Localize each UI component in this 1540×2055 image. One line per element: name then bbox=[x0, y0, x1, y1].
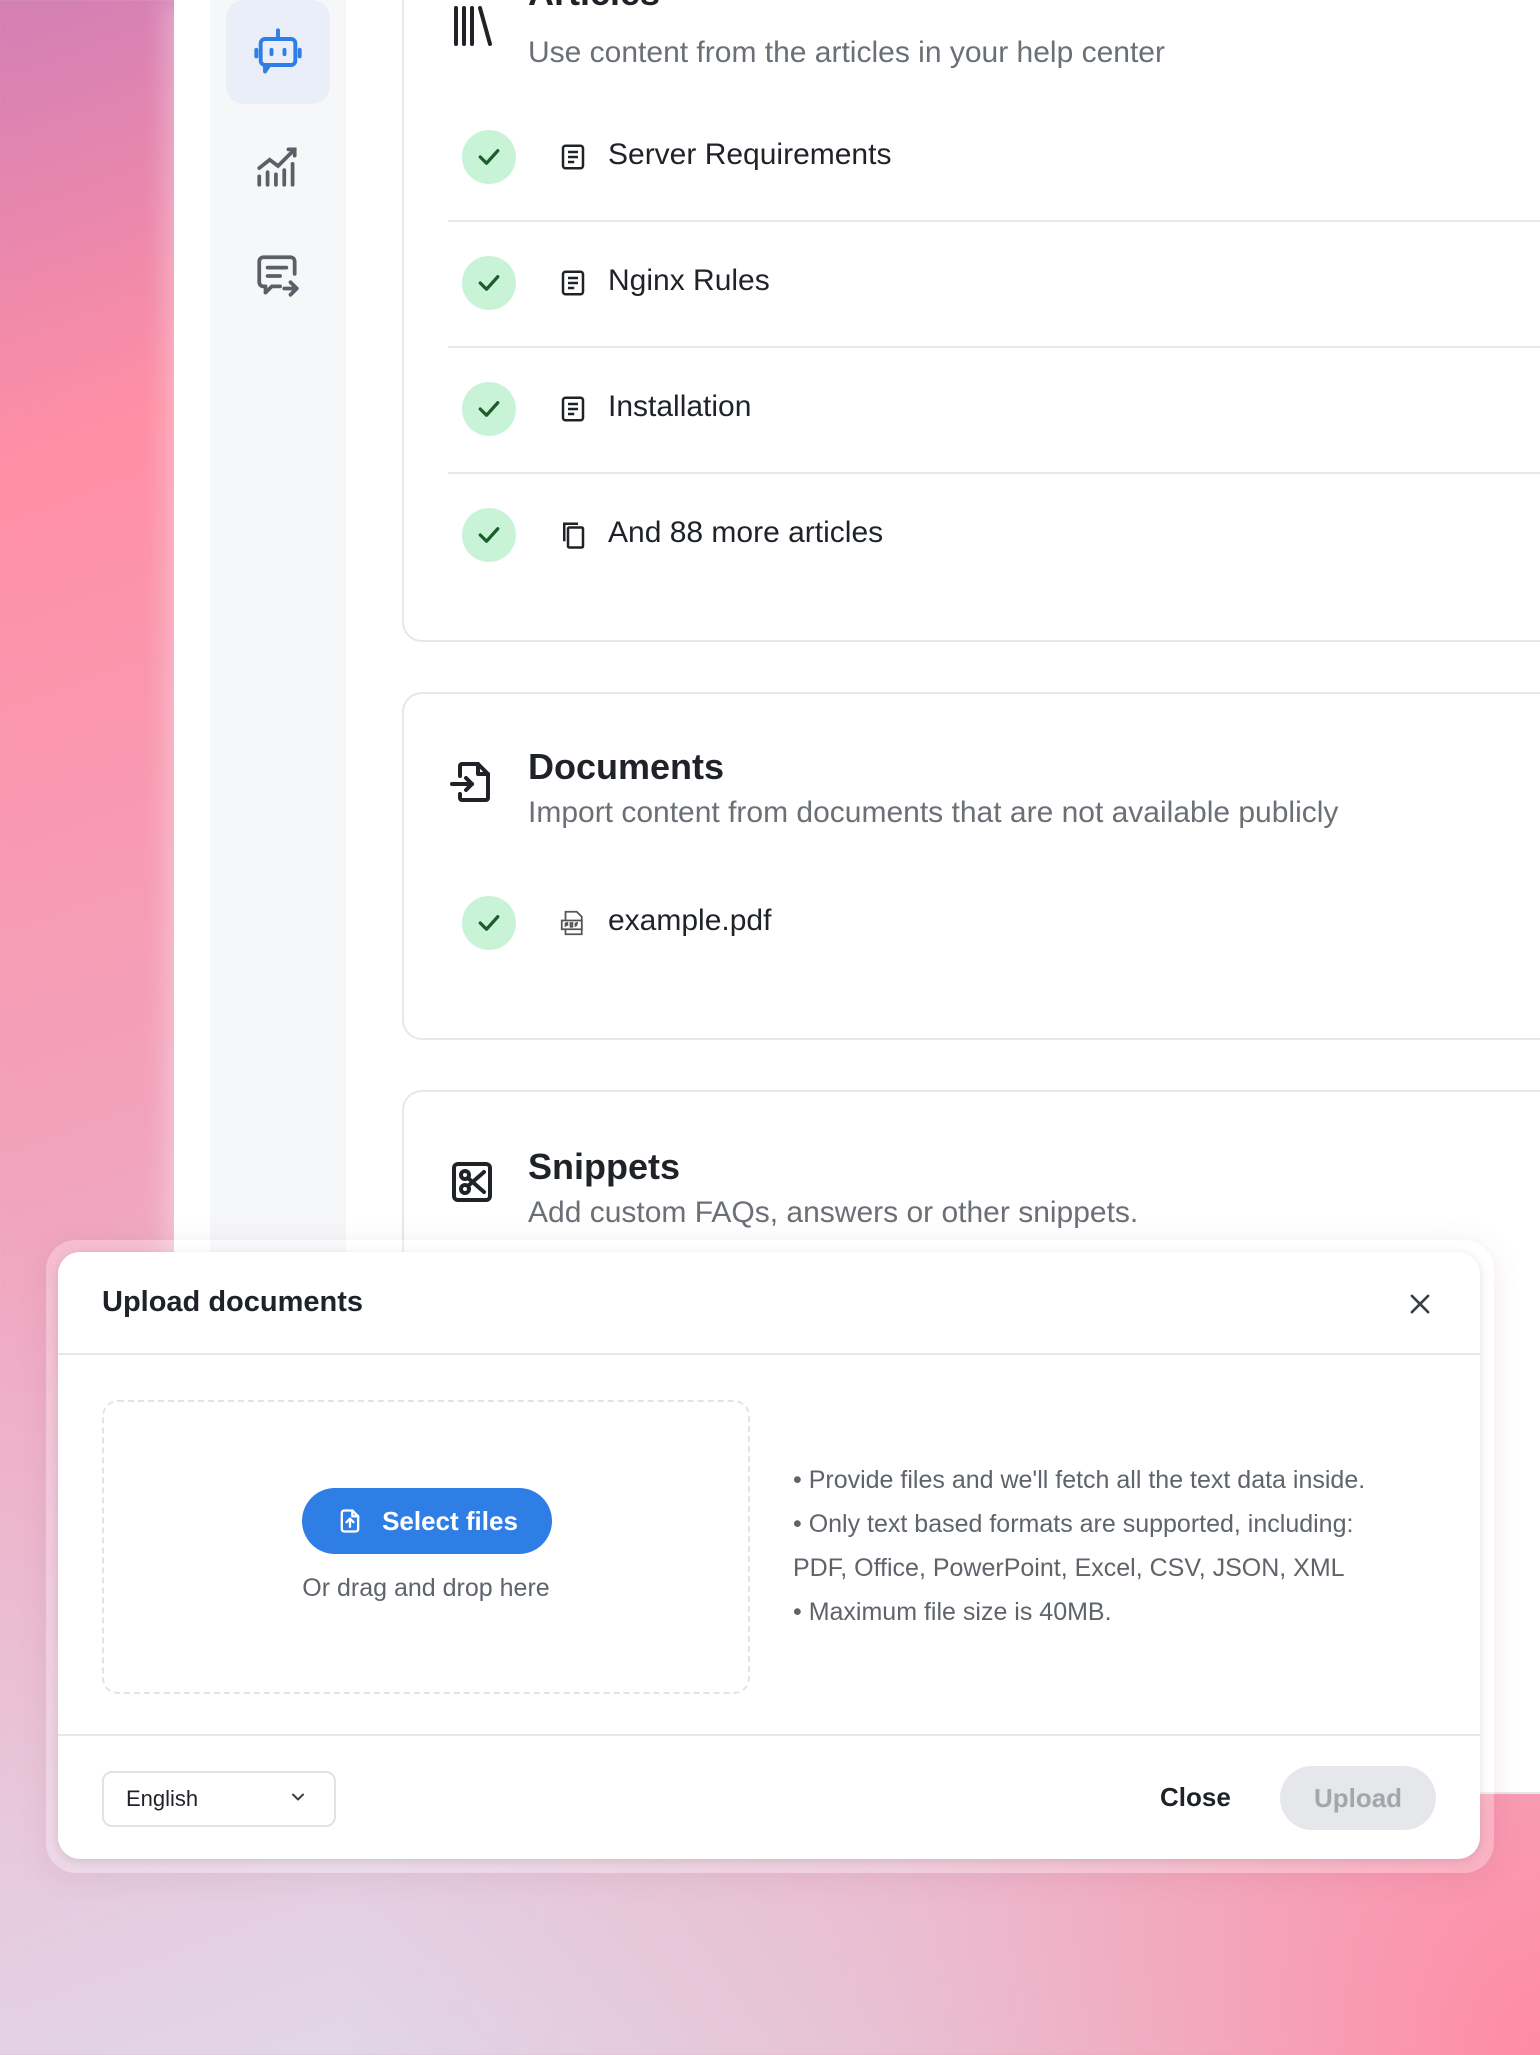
copy-icon bbox=[563, 522, 585, 549]
file-upload-icon bbox=[340, 1509, 360, 1533]
articles-title: Articles bbox=[528, 0, 660, 14]
list-item-label: example.pdf bbox=[608, 904, 772, 937]
drag-drop-hint: Or drag and drop here bbox=[302, 1574, 550, 1602]
sidebar-item-analytics[interactable] bbox=[226, 114, 330, 218]
bot-icon bbox=[254, 28, 302, 74]
close-button[interactable]: Close bbox=[1160, 1782, 1231, 1813]
dialog-close-button[interactable] bbox=[1398, 1282, 1442, 1326]
upload-info: • Provide files and we'll fetch all the … bbox=[793, 1458, 1453, 1634]
article-icon bbox=[561, 144, 585, 170]
check-icon bbox=[462, 896, 516, 950]
list-item[interactable]: example.pdf bbox=[448, 862, 1540, 986]
list-item-label: Server Requirements bbox=[608, 138, 892, 171]
list-item-label: Nginx Rules bbox=[608, 264, 770, 297]
library-icon bbox=[454, 6, 492, 46]
divider bbox=[58, 1734, 1480, 1736]
snippets-subtitle: Add custom FAQs, answers or other snippe… bbox=[528, 1196, 1139, 1229]
articles-card: Articles Use content from the articles i… bbox=[402, 0, 1540, 642]
documents-title: Documents bbox=[528, 746, 725, 787]
list-item[interactable]: Installation bbox=[448, 348, 1540, 474]
info-line: • Provide files and we'll fetch all the … bbox=[793, 1466, 1366, 1494]
list-item-label: And 88 more articles bbox=[608, 516, 884, 549]
upload-button[interactable]: Upload bbox=[1280, 1766, 1436, 1830]
check-icon bbox=[462, 508, 516, 562]
article-icon bbox=[561, 396, 585, 422]
pdf-file-icon bbox=[560, 910, 583, 936]
close-icon bbox=[1410, 1294, 1430, 1314]
articles-subtitle: Use content from the articles in your he… bbox=[528, 36, 1165, 69]
message-forward-icon bbox=[257, 255, 299, 297]
snippets-title: Snippets bbox=[528, 1146, 681, 1187]
check-icon bbox=[462, 256, 516, 310]
select-files-label: Select files bbox=[382, 1505, 518, 1536]
file-import-icon bbox=[450, 762, 490, 802]
info-line: • Maximum file size is 40MB. bbox=[793, 1598, 1112, 1626]
analytics-chart-icon bbox=[257, 147, 297, 187]
sidebar-item-forward[interactable] bbox=[226, 224, 330, 328]
check-icon bbox=[462, 382, 516, 436]
check-icon bbox=[462, 130, 516, 184]
documents-subtitle: Import content from documents that are n… bbox=[528, 796, 1339, 829]
select-files-button[interactable]: Select files bbox=[302, 1488, 552, 1554]
list-item[interactable]: Server Requirements bbox=[448, 96, 1540, 222]
list-item[interactable]: And 88 more articles bbox=[448, 474, 1540, 598]
chevron-down-icon bbox=[292, 1793, 304, 1801]
documents-card: Documents Import content from documents … bbox=[402, 692, 1540, 1040]
scissors-icon bbox=[452, 1162, 492, 1202]
info-line: PDF, Office, PowerPoint, Excel, CSV, JSO… bbox=[793, 1554, 1345, 1582]
language-value: English bbox=[126, 1786, 199, 1811]
file-dropzone[interactable]: Select files Or drag and drop here bbox=[102, 1400, 750, 1694]
upload-dialog: Upload documents Select files Or drag an… bbox=[58, 1252, 1480, 1859]
divider bbox=[58, 1353, 1480, 1355]
sidebar-item-bot[interactable] bbox=[226, 0, 330, 104]
list-item-label: Installation bbox=[608, 390, 752, 423]
article-icon bbox=[561, 270, 585, 296]
dialog-title: Upload documents bbox=[102, 1286, 364, 1318]
info-line: • Only text based formats are supported,… bbox=[793, 1510, 1354, 1538]
language-select[interactable]: English bbox=[102, 1771, 336, 1827]
list-item[interactable]: Nginx Rules bbox=[448, 222, 1540, 348]
